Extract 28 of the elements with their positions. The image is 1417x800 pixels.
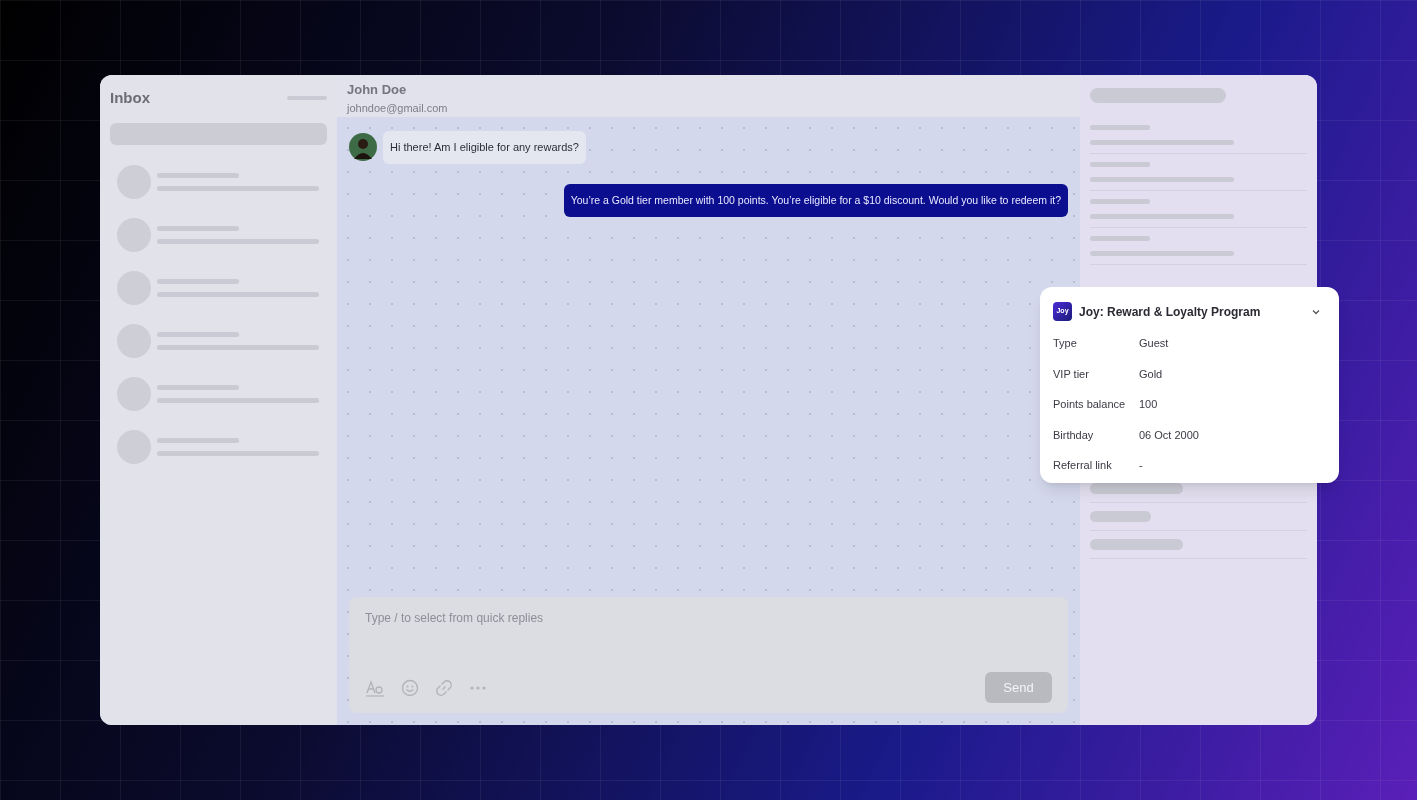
contact-name: John Doe (347, 81, 408, 99)
avatar (349, 133, 377, 162)
emoji-icon[interactable] (401, 678, 419, 697)
field-value: 100 (1139, 397, 1158, 412)
skeleton-bar (1090, 511, 1151, 522)
card-title: Joy: Reward & Loyalty Program (1079, 303, 1262, 321)
skeleton-bar (287, 96, 327, 101)
skeleton-bar (1090, 199, 1150, 204)
skeleton-bar (1090, 236, 1150, 241)
link-icon[interactable] (435, 678, 453, 697)
field-label: Birthday (1053, 427, 1095, 443)
more-icon[interactable] (469, 684, 487, 691)
inbox-title: Inbox (110, 88, 150, 108)
text-format-icon[interactable] (365, 678, 385, 697)
field-value: - (1139, 458, 1143, 473)
field-label: Type (1053, 336, 1078, 351)
field-value: Guest (1139, 336, 1169, 351)
message-input[interactable]: Type / to select from quick replies (365, 609, 1052, 627)
message-bubble: Hi there! Am I eligible for any rewards? (383, 131, 586, 164)
field-label: Points balance (1053, 397, 1127, 412)
message-bubble: You’re a Gold tier member with 100 points. You’re eligible for a $10 discount. Would you like to redeem it? (563, 183, 1068, 218)
field-value: 06 Oct 2000 (1139, 427, 1199, 443)
field-label: Referral link (1053, 458, 1113, 473)
field-label: VIP tier (1053, 366, 1090, 382)
field-value: Gold (1139, 366, 1163, 382)
skeleton-bar (1090, 125, 1150, 130)
skeleton-bar (1090, 162, 1150, 167)
contact-email: johndoe@gmail.com (347, 100, 449, 116)
